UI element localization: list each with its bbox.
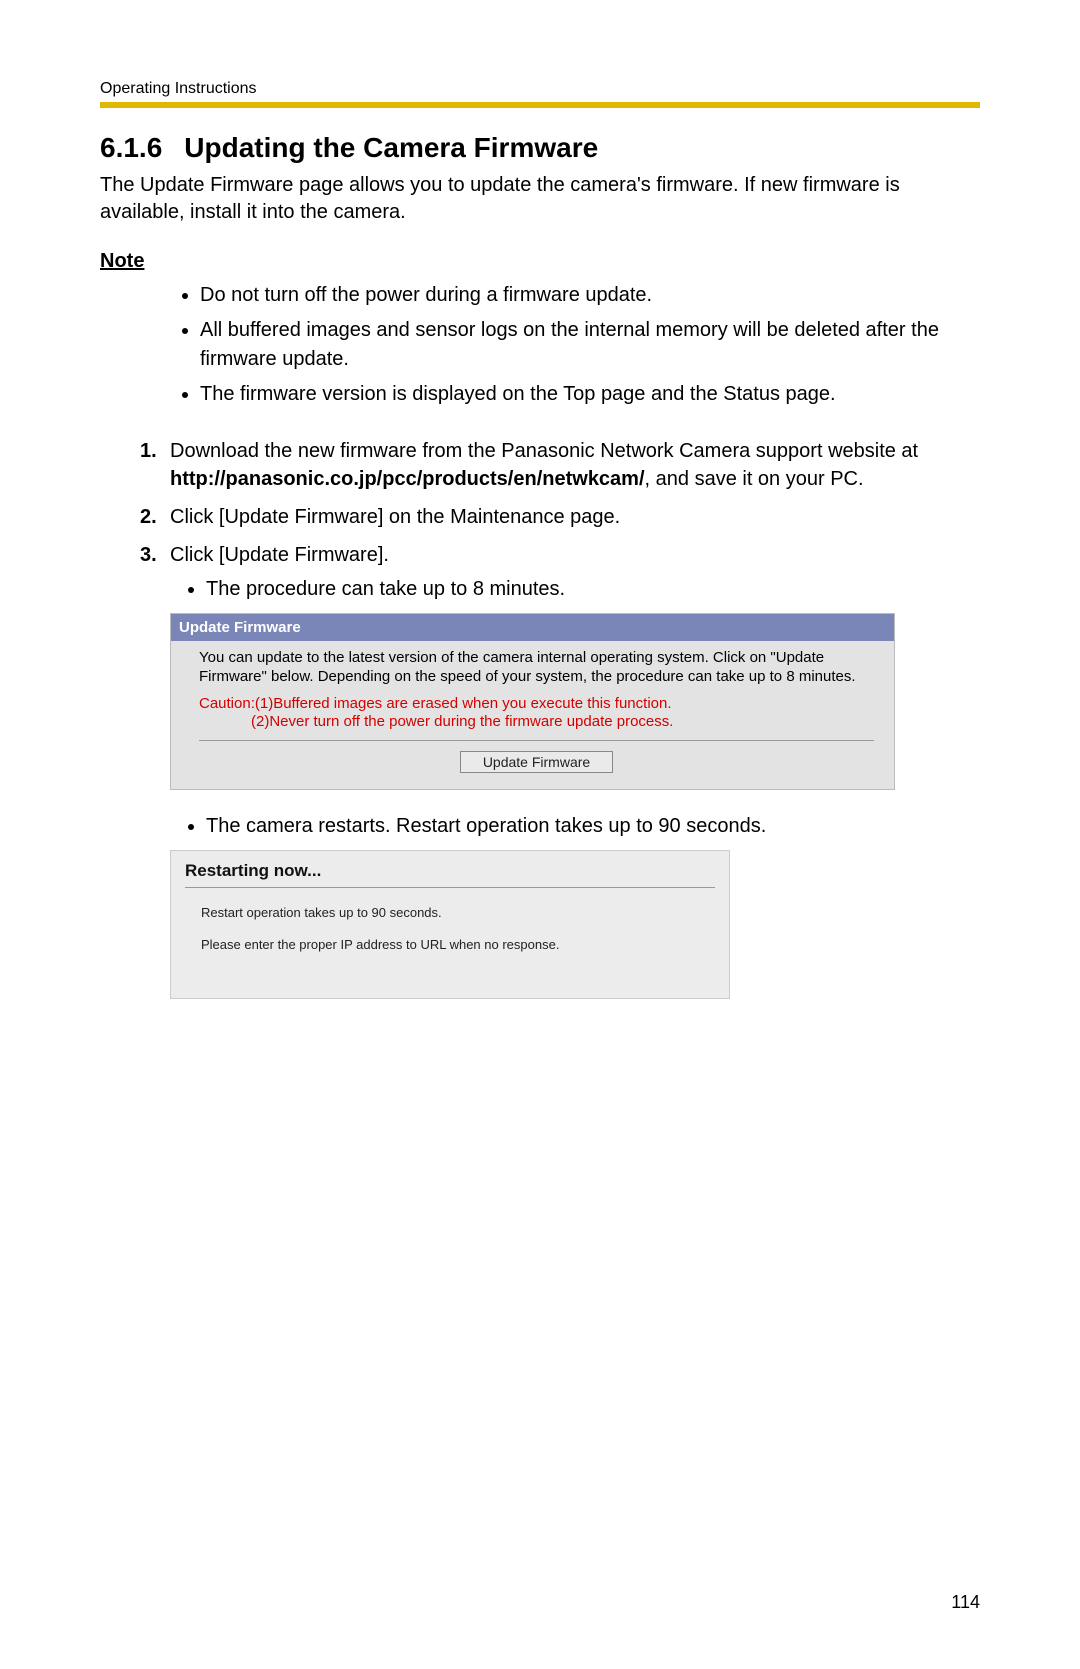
section-title-text: Updating the Camera Firmware: [184, 132, 598, 163]
panel-caution-line2: (2)Never turn off the power during the f…: [251, 713, 874, 732]
step-3-text: Click [Update Firmware].: [170, 544, 389, 566]
step-3-sub-item: The camera restarts. Restart operation t…: [206, 812, 980, 840]
restarting-line2: Please enter the proper IP address to UR…: [201, 936, 715, 954]
restarting-title: Restarting now...: [185, 859, 715, 883]
panel-title: Update Firmware: [171, 614, 894, 641]
step-3-sublist: The procedure can take up to 8 minutes.: [170, 575, 980, 603]
panel-description: You can update to the latest version of …: [199, 649, 874, 687]
step-1-post: , and save it on your PC.: [645, 468, 864, 490]
step-1: Download the new firmware from the Panas…: [170, 437, 980, 493]
header-rule: [100, 102, 980, 108]
panel-body: You can update to the latest version of …: [171, 641, 894, 789]
note-item: The firmware version is displayed on the…: [200, 380, 980, 409]
section-intro: The Update Firmware page allows you to u…: [100, 172, 980, 226]
step-1-pre: Download the new firmware from the Panas…: [170, 440, 918, 462]
running-header: Operating Instructions: [100, 80, 980, 98]
page-number: 114: [951, 1592, 980, 1613]
steps-list: Download the new firmware from the Panas…: [100, 437, 980, 999]
note-list: Do not turn off the power during a firmw…: [100, 281, 980, 409]
note-item: Do not turn off the power during a firmw…: [200, 281, 980, 310]
restarting-line1: Restart operation takes up to 90 seconds…: [201, 904, 715, 922]
panel-button-row: Update Firmware: [199, 751, 874, 777]
step-3-sub-item: The procedure can take up to 8 minutes.: [206, 575, 980, 603]
section-number: 6.1.6: [100, 132, 162, 164]
panel-caution: Caution:(1)Buffered images are erased wh…: [199, 695, 874, 733]
step-2: Click [Update Firmware] on the Maintenan…: [170, 503, 980, 531]
note-heading: Note: [100, 250, 980, 273]
update-firmware-button[interactable]: Update Firmware: [460, 751, 613, 773]
step-3-sublist-2: The camera restarts. Restart operation t…: [170, 812, 980, 840]
section-title: 6.1.6 Updating the Camera Firmware: [100, 132, 980, 164]
restarting-panel: Restarting now... Restart operation take…: [170, 850, 730, 999]
step-1-url: http://panasonic.co.jp/pcc/products/en/n…: [170, 468, 645, 490]
restarting-rule: [185, 887, 715, 888]
restarting-body: Restart operation takes up to 90 seconds…: [185, 904, 715, 954]
panel-divider: [199, 740, 874, 741]
panel-caution-line1: Caution:(1)Buffered images are erased wh…: [199, 695, 874, 714]
step-3: Click [Update Firmware]. The procedure c…: [170, 541, 980, 999]
note-item: All buffered images and sensor logs on t…: [200, 316, 980, 374]
update-firmware-panel: Update Firmware You can update to the la…: [170, 613, 895, 790]
